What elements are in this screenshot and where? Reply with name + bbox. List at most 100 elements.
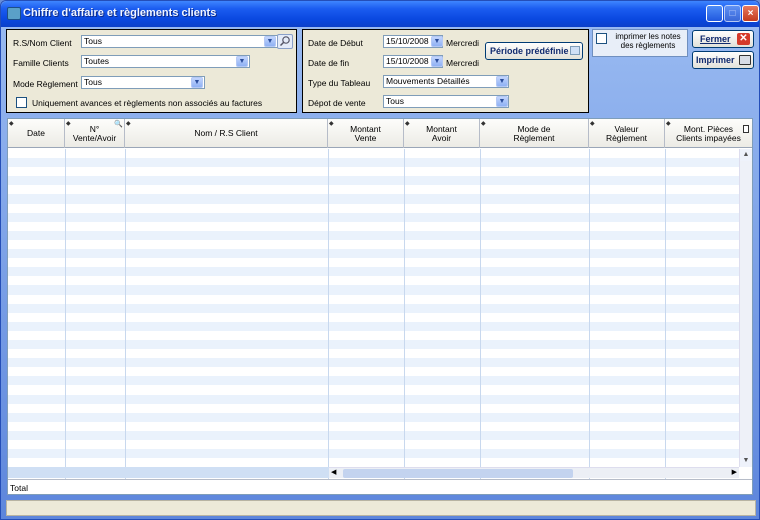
title-bar[interactable]: Chiffre d'affaire et règlements clients … [1, 1, 759, 27]
table-row[interactable] [8, 194, 739, 204]
col-valeur-reglement[interactable]: ◆ Valeur Règlement [589, 119, 665, 148]
table-row[interactable] [8, 230, 739, 240]
horizontal-scrollbar[interactable]: ◀ ▶ [329, 467, 739, 478]
table-row[interactable] [8, 412, 739, 422]
date-debut-label: Date de Début [308, 38, 363, 48]
notes-panel: imprimer les notes des règlements [592, 29, 688, 57]
scroll-right-icon[interactable]: ▶ [732, 468, 737, 476]
mode-label: Mode Règlement [13, 79, 78, 89]
table-row[interactable] [8, 149, 739, 159]
col-montant-avoir[interactable]: ◆ Montant Avoir [404, 119, 480, 148]
col-impayees[interactable]: ◆ Mont. Pièces Clients impayées [665, 119, 752, 148]
periode-predefinie-button[interactable]: Période prédéfinie [485, 42, 583, 60]
table-row[interactable] [8, 358, 739, 368]
table-row[interactable] [8, 185, 739, 195]
date-debut-dropdown[interactable]: ▼ [431, 36, 443, 47]
vertical-scrollbar[interactable]: ▲ ▼ [739, 149, 752, 467]
client-search-button[interactable] [277, 34, 293, 49]
minimize-button[interactable]: _ [706, 5, 723, 23]
client-dropdown[interactable]: ▼ [264, 36, 276, 47]
table-row[interactable] [8, 212, 739, 222]
table-row[interactable] [8, 176, 739, 186]
grid-divider [589, 149, 590, 494]
table-row[interactable] [8, 321, 739, 331]
table-row[interactable] [8, 440, 739, 450]
famille-select[interactable]: Toutes [81, 55, 250, 68]
table-row[interactable] [8, 167, 739, 177]
col-num[interactable]: ◆ N° Vente/Avoir 🔍 [65, 119, 125, 148]
chevron-down-icon: ▼ [193, 79, 201, 86]
type-select[interactable]: Mouvements Détaillés [383, 75, 509, 88]
table-row[interactable] [8, 294, 739, 304]
table-row[interactable] [8, 430, 739, 440]
date-fin-dropdown[interactable]: ▼ [431, 56, 443, 67]
scroll-left-icon[interactable]: ◀ [331, 468, 336, 476]
total-label: Total [10, 483, 28, 493]
grid-divider [404, 149, 405, 494]
table-row[interactable] [8, 449, 739, 459]
client-input[interactable]: Tous [81, 35, 278, 48]
table-row[interactable] [8, 258, 739, 268]
col-nom[interactable]: ◆ Nom / R.S Client [125, 119, 328, 148]
table-row[interactable] [8, 385, 739, 395]
table-row[interactable] [8, 330, 739, 340]
uniquement-checkbox[interactable] [16, 97, 27, 108]
grid-divider [480, 149, 481, 494]
table-row[interactable] [8, 203, 739, 213]
mode-dropdown[interactable]: ▼ [191, 77, 203, 88]
horizontal-scroll-thumb[interactable] [343, 469, 573, 478]
table-row[interactable] [8, 312, 739, 322]
scroll-down-icon[interactable]: ▼ [740, 455, 752, 467]
chevron-down-icon: ▼ [433, 38, 441, 45]
col-date-label: Date [27, 128, 45, 138]
depot-dropdown[interactable]: ▼ [496, 96, 508, 107]
col-montant-avoir-label: Montant Avoir [426, 123, 457, 143]
table-row[interactable] [8, 367, 739, 377]
table-row[interactable] [8, 421, 739, 431]
status-bar [6, 500, 756, 516]
col-montant-vente[interactable]: ◆ Montant Vente [328, 119, 404, 148]
table-row[interactable] [8, 285, 739, 295]
table-row[interactable] [8, 276, 739, 286]
table-row[interactable] [8, 249, 739, 259]
grid-rows[interactable] [8, 149, 739, 468]
date-fin-day: Mercredi [446, 58, 480, 68]
table-row[interactable] [8, 376, 739, 386]
table-row[interactable] [8, 349, 739, 359]
chevron-down-icon: ▼ [266, 38, 274, 45]
transactions-grid[interactable]: ◆ Date ◆ N° Vente/Avoir 🔍 ◆ Nom / R.S Client… [7, 118, 753, 495]
table-row[interactable] [8, 403, 739, 413]
scroll-up-icon[interactable]: ▲ [740, 149, 752, 161]
notes-checkbox[interactable] [596, 33, 607, 44]
table-row[interactable] [8, 239, 739, 250]
date-debut-day: Mercredi [446, 38, 480, 48]
table-row[interactable] [8, 221, 739, 231]
table-row[interactable] [8, 303, 739, 313]
chevron-down-icon: ▼ [498, 98, 506, 105]
type-dropdown[interactable]: ▼ [496, 76, 508, 87]
window-close-button[interactable]: × [742, 5, 759, 22]
imprimer-button[interactable]: Imprimer [692, 51, 754, 69]
search-icon [279, 36, 290, 47]
fermer-button[interactable]: Fermer ✕ [692, 30, 754, 48]
famille-dropdown[interactable]: ▼ [236, 56, 248, 67]
maximize-button[interactable]: □ [724, 5, 741, 22]
grid-header: ◆ Date ◆ N° Vente/Avoir 🔍 ◆ Nom / R.S Client… [8, 119, 752, 148]
col-mode-reglement[interactable]: ◆ Mode de Règlement [480, 119, 589, 148]
client-label: R.S/Nom Client [13, 38, 72, 48]
table-row[interactable] [8, 394, 739, 404]
grid-divider [125, 149, 126, 494]
table-row[interactable] [8, 267, 739, 277]
mode-select[interactable]: Tous [81, 76, 205, 89]
table-row[interactable] [8, 339, 739, 350]
col-valeur-reglement-label: Valeur Règlement [605, 123, 648, 143]
close-x-icon: ✕ [737, 33, 750, 45]
col-mode-reglement-label: Mode de Règlement [513, 123, 555, 143]
periode-predefinie-label: Période prédéfinie [490, 46, 569, 56]
col-date[interactable]: ◆ Date [8, 119, 65, 148]
imprimer-label: Imprimer [696, 55, 735, 65]
depot-select[interactable]: Tous [383, 95, 509, 108]
table-row[interactable] [8, 158, 739, 168]
famille-label: Famille Clients [13, 58, 69, 68]
table-row[interactable] [8, 458, 739, 468]
